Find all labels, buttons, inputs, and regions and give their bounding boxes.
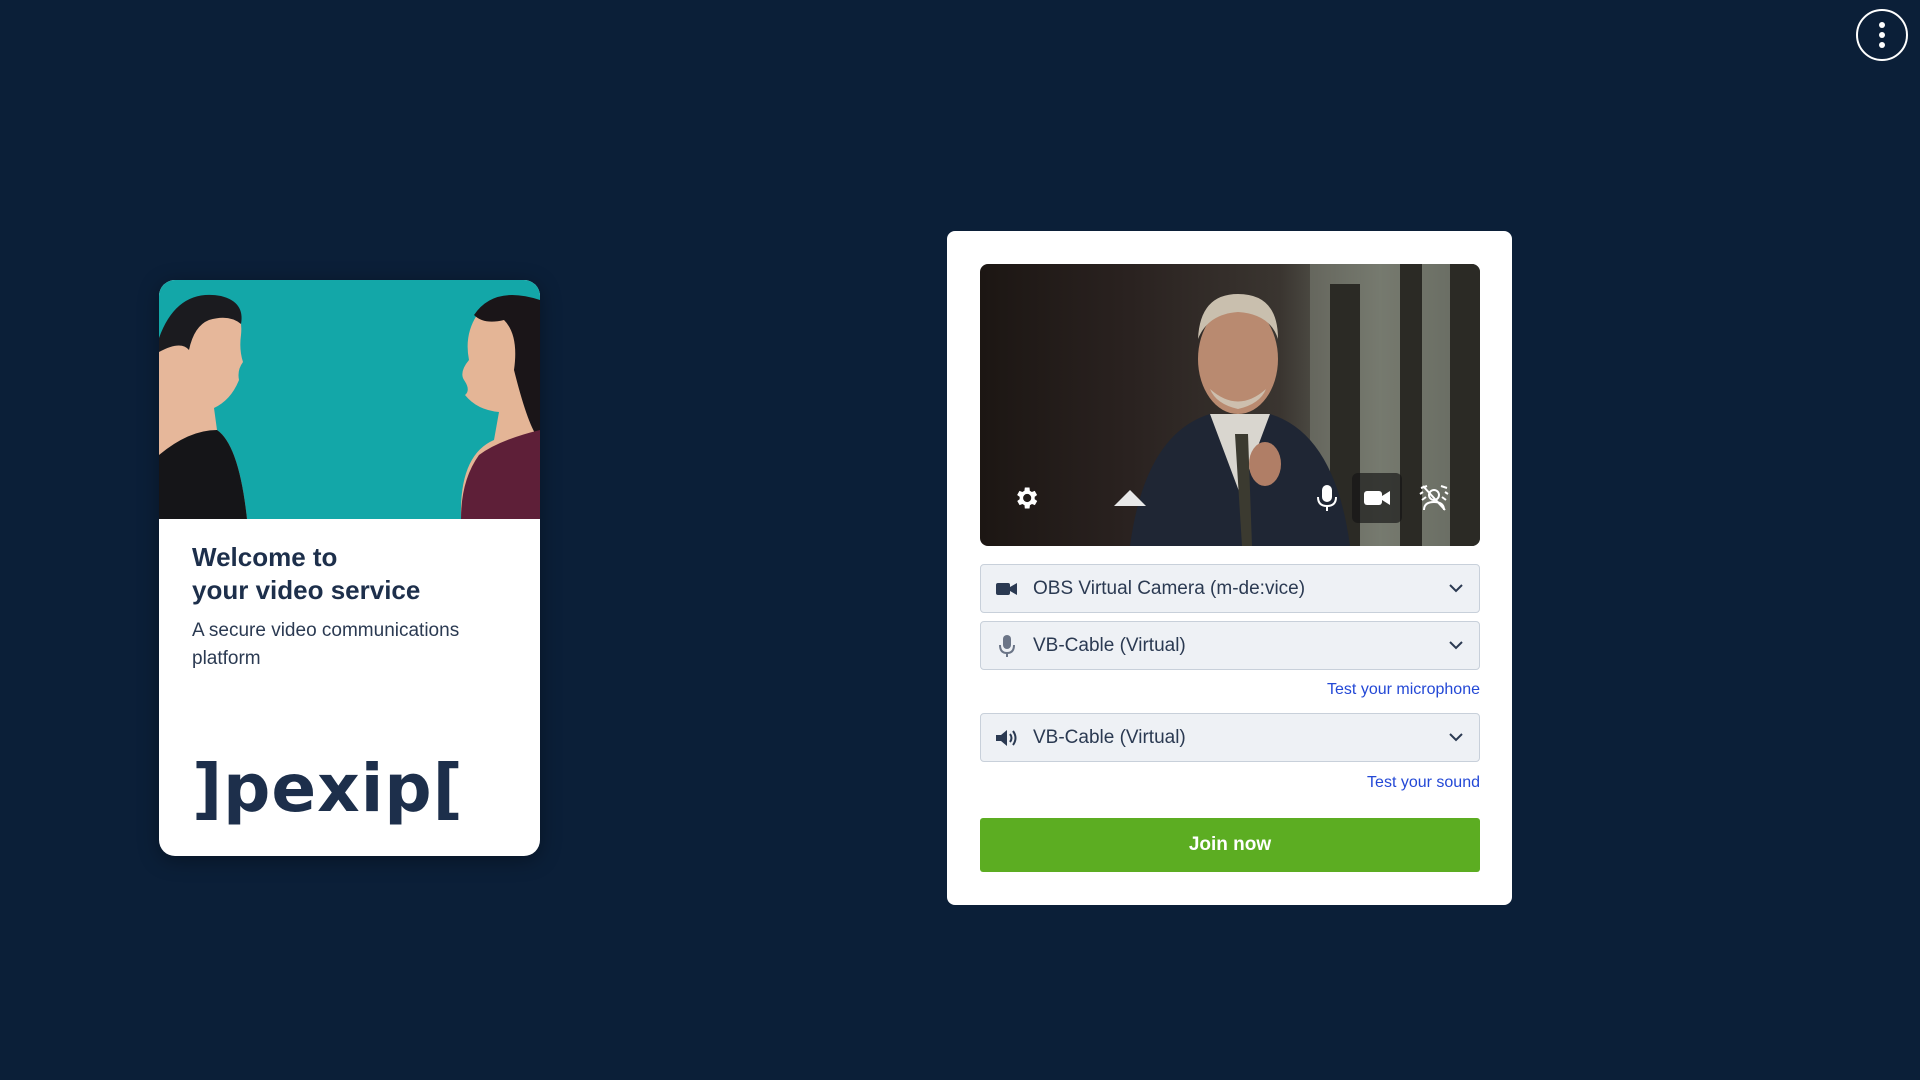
test-sound-link[interactable]: Test your sound bbox=[1367, 774, 1480, 792]
camera-toggle-button[interactable] bbox=[1352, 473, 1402, 523]
speaker-icon bbox=[995, 726, 1019, 750]
background-effects-button[interactable] bbox=[1409, 473, 1459, 523]
camera-select-value: OBS Virtual Camera (m-de:vice) bbox=[1033, 577, 1306, 599]
device-panel: OBS Virtual Camera (m-de:vice) VB-Cable … bbox=[947, 231, 1512, 905]
video-camera-icon bbox=[995, 577, 1019, 601]
chevron-down-icon bbox=[1447, 729, 1465, 747]
more-vertical-icon-dot bbox=[1879, 32, 1885, 38]
microphone-icon bbox=[995, 634, 1019, 658]
microphone-select[interactable]: VB-Cable (Virtual) bbox=[980, 621, 1480, 670]
camera-select[interactable]: OBS Virtual Camera (m-de:vice) bbox=[980, 564, 1480, 613]
welcome-title: Welcome to your video service bbox=[192, 541, 507, 607]
test-microphone-link[interactable]: Test your microphone bbox=[1327, 681, 1480, 699]
video-camera-icon bbox=[1364, 491, 1390, 505]
background-blur-icon bbox=[1419, 485, 1449, 511]
welcome-title-line1: Welcome to bbox=[192, 542, 338, 572]
chevron-down-icon bbox=[1447, 580, 1465, 598]
more-options-button[interactable] bbox=[1856, 9, 1908, 61]
microphone-toggle-button[interactable] bbox=[1302, 473, 1352, 523]
welcome-card: Welcome to your video service A secure v… bbox=[159, 280, 540, 856]
self-view-toggle-button[interactable] bbox=[1105, 473, 1155, 523]
welcome-subtitle: A secure video communications platform bbox=[192, 620, 460, 669]
hero-image bbox=[159, 280, 540, 519]
speaker-select[interactable]: VB-Cable (Virtual) bbox=[980, 713, 1480, 762]
triangle-up-icon bbox=[1114, 490, 1146, 506]
welcome-title-line2: your video service bbox=[192, 575, 421, 605]
pexip-logo: ]pexip[ bbox=[192, 750, 464, 827]
settings-button[interactable] bbox=[1001, 473, 1051, 523]
microphone-icon bbox=[1317, 485, 1337, 511]
gear-icon bbox=[1017, 487, 1038, 509]
speaker-select-value: VB-Cable (Virtual) bbox=[1033, 726, 1186, 748]
more-vertical-icon-dot bbox=[1879, 42, 1885, 48]
chevron-down-icon bbox=[1447, 637, 1465, 655]
microphone-select-value: VB-Cable (Virtual) bbox=[1033, 634, 1186, 656]
join-now-button[interactable]: Join now bbox=[980, 818, 1480, 872]
more-vertical-icon bbox=[1879, 22, 1885, 28]
self-view-video bbox=[980, 264, 1480, 546]
